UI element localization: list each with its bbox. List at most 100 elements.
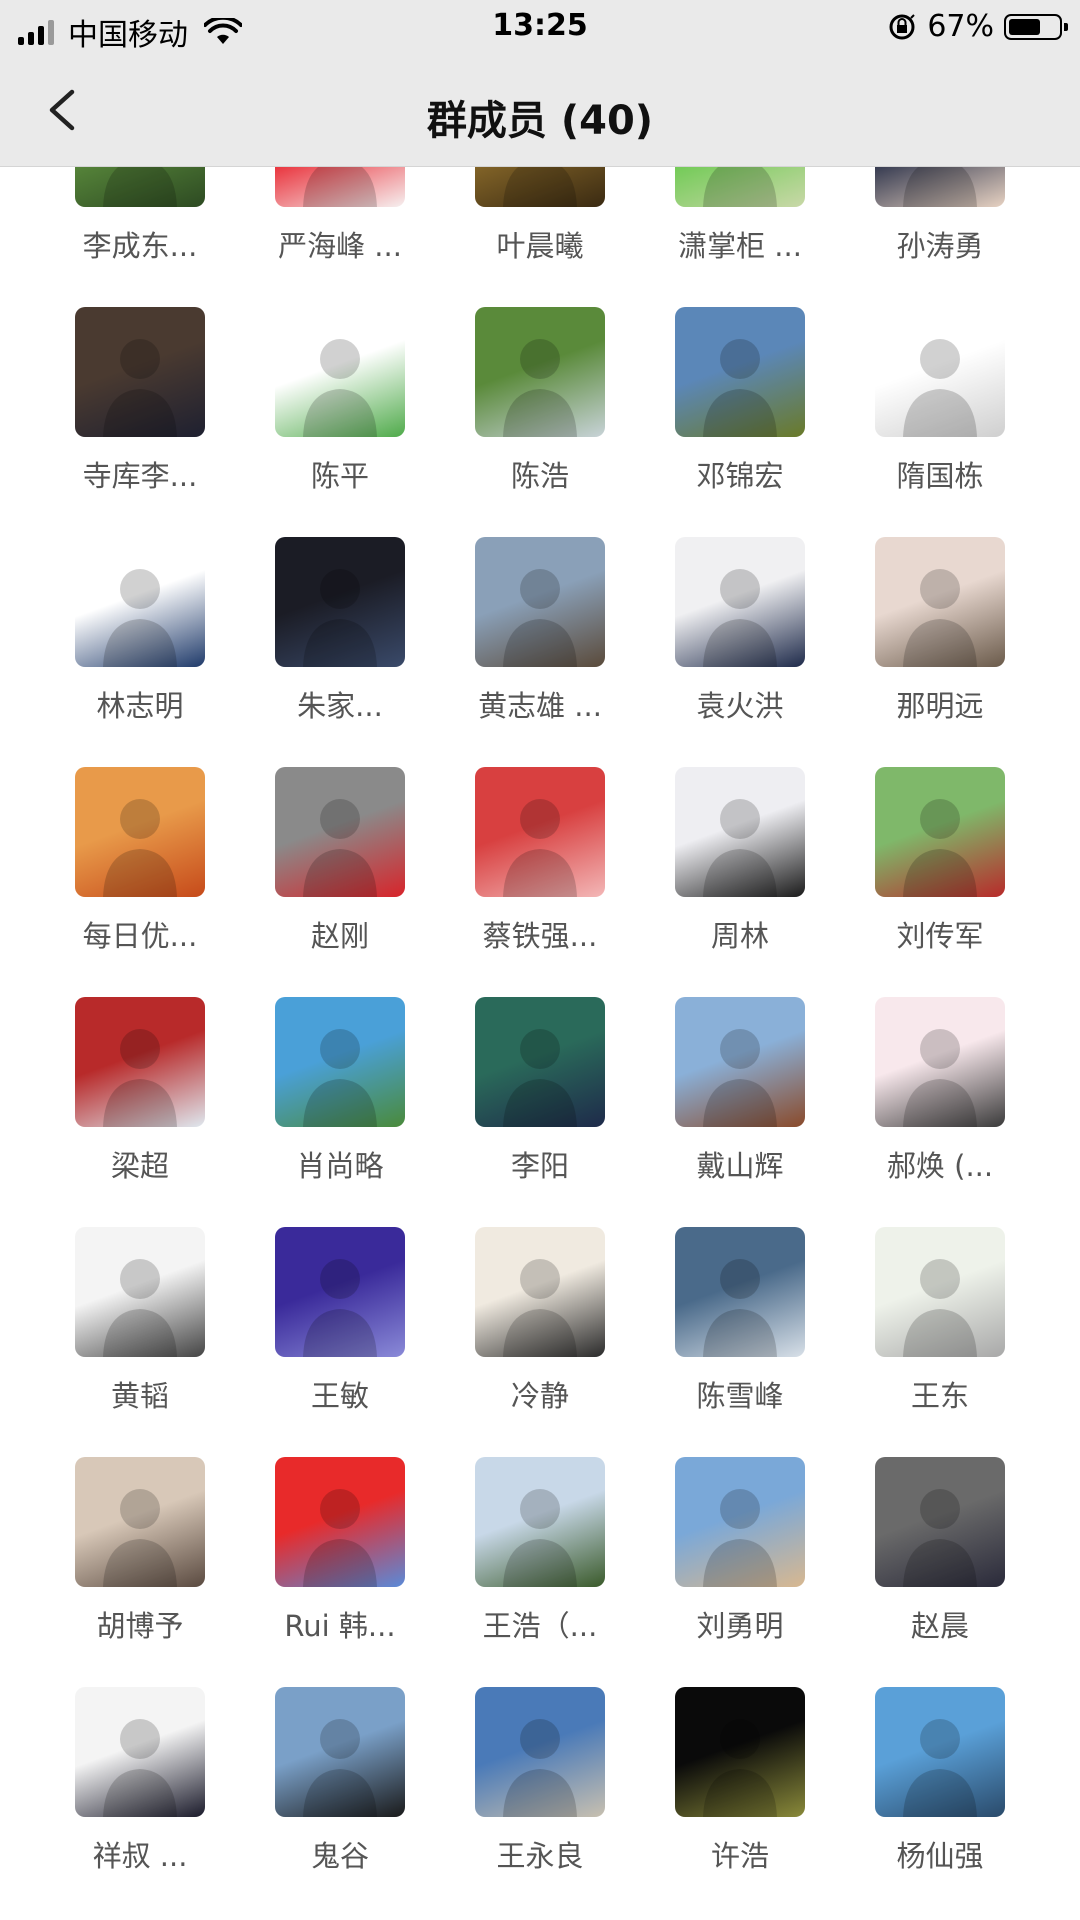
man-bridge-avatar <box>275 1687 405 1817</box>
member-item[interactable]: 鬼谷 <box>240 1687 440 1887</box>
member-item[interactable]: 李阳 <box>440 997 640 1197</box>
member-item[interactable]: 王敏 <box>240 1227 440 1427</box>
status-right: 67% <box>887 9 1068 44</box>
member-name: 许浩 <box>710 1839 769 1873</box>
family-avatar <box>75 1457 205 1587</box>
landscape-avatar <box>675 307 805 437</box>
member-item[interactable]: 隋国栋 <box>840 307 1040 507</box>
member-name: 赵晨 <box>910 1609 969 1643</box>
portrait-avatar <box>675 537 805 667</box>
member-item[interactable]: 王东 <box>840 1227 1040 1427</box>
pixel-avatar <box>275 1457 405 1587</box>
avatar-figure-icon <box>303 1259 377 1357</box>
member-name: 王永良 <box>496 1839 584 1873</box>
avatar-figure-icon <box>303 167 377 207</box>
baby-avatar <box>475 767 605 897</box>
member-item[interactable]: 王永良 <box>440 1687 640 1887</box>
member-item[interactable]: 赵刚 <box>240 767 440 967</box>
member-item[interactable]: 严海峰 ... <box>240 167 440 277</box>
child-sunglasses-avatar <box>675 167 805 207</box>
sketch-avatar <box>875 307 1005 437</box>
member-item[interactable]: 陈雪峰 <box>640 1227 840 1427</box>
member-item[interactable]: 黄韬 <box>40 1227 240 1427</box>
member-item[interactable]: 陈浩 <box>440 307 640 507</box>
cartoon-avatar <box>275 167 405 207</box>
member-name: 周林 <box>710 919 769 953</box>
member-item[interactable]: 叶晨曦 <box>440 167 640 277</box>
member-item[interactable]: 赵晨 <box>840 1457 1040 1657</box>
member-item[interactable]: 冷静 <box>440 1227 640 1427</box>
member-item[interactable]: 戴山辉 <box>640 997 840 1197</box>
member-item[interactable]: 邓锦宏 <box>640 307 840 507</box>
avatar-figure-icon <box>103 1719 177 1817</box>
monkey-king-avatar <box>75 997 205 1127</box>
calligraphy-avatar <box>475 1227 605 1357</box>
member-item[interactable]: 刘勇明 <box>640 1457 840 1657</box>
member-item[interactable]: 每日优... <box>40 767 240 967</box>
member-item[interactable]: 周林 <box>640 767 840 967</box>
portrait-avatar <box>75 1687 205 1817</box>
member-name: 朱家... <box>297 689 383 723</box>
member-name: 刘传军 <box>896 919 984 953</box>
avatar-figure-icon <box>303 569 377 667</box>
member-name: 冷静 <box>510 1379 569 1413</box>
standing-man-avatar <box>675 767 805 897</box>
member-item[interactable]: 王浩（... <box>440 1457 640 1657</box>
battery-icon <box>1004 13 1068 40</box>
avatar-figure-icon <box>503 799 577 897</box>
avatar-figure-icon <box>503 1259 577 1357</box>
avatar-figure-icon <box>103 339 177 437</box>
member-item[interactable]: 朱家... <box>240 537 440 737</box>
member-item[interactable]: 郝焕 (... <box>840 997 1040 1197</box>
avatar-figure-icon <box>103 569 177 667</box>
member-item[interactable]: 梁超 <box>40 997 240 1197</box>
street-avatar <box>275 767 405 897</box>
member-grid: 李成东... 严海峰 ... 叶晨曦 潇掌柜 ... 孙涛勇寺库李... 陈平 陈浩 邓锦宏 隋… <box>0 167 1080 1920</box>
member-item[interactable]: 胡博予 <box>40 1457 240 1657</box>
member-item[interactable]: 林志明 <box>40 537 240 737</box>
cartoon-avatar <box>875 997 1005 1127</box>
member-name: 王东 <box>910 1379 969 1413</box>
member-name: Rui 韩... <box>284 1609 396 1643</box>
avatar-figure-icon <box>703 569 777 667</box>
photo-avatar <box>875 537 1005 667</box>
member-name: 梁超 <box>110 1149 169 1183</box>
speaker-avatar <box>275 537 405 667</box>
statue-avatar <box>475 167 605 207</box>
member-item[interactable]: 那明远 <box>840 537 1040 737</box>
avatar-figure-icon <box>703 1719 777 1817</box>
member-item[interactable]: 黄志雄 ... <box>440 537 640 737</box>
avatar-figure-icon <box>103 1029 177 1127</box>
member-item[interactable]: 李成东... <box>40 167 240 277</box>
member-name: 黄韬 <box>110 1379 169 1413</box>
member-item[interactable]: 肖尚略 <box>240 997 440 1197</box>
member-name: 林志明 <box>96 689 184 723</box>
avatar-figure-icon <box>503 1029 577 1127</box>
avatar-figure-icon <box>503 339 577 437</box>
avatar-figure-icon <box>703 1029 777 1127</box>
member-name: 严海峰 ... <box>278 229 402 263</box>
member-item[interactable]: 刘传军 <box>840 767 1040 967</box>
member-name: 肖尚略 <box>296 1149 384 1183</box>
avatar-figure-icon <box>303 339 377 437</box>
number-art-avatar <box>275 307 405 437</box>
avatar-figure-icon <box>303 799 377 897</box>
avatar-figure-icon <box>703 167 777 207</box>
member-item[interactable]: 孙涛勇 <box>840 167 1040 277</box>
avatar-figure-icon <box>503 167 577 207</box>
member-name: 寺库李... <box>82 459 198 493</box>
member-name: 陈雪峰 <box>696 1379 784 1413</box>
avatar-figure-icon <box>903 1489 977 1587</box>
member-item[interactable]: 蔡铁强... <box>440 767 640 967</box>
member-item[interactable]: 祥叔 ... <box>40 1687 240 1887</box>
avatar-figure-icon <box>903 799 977 897</box>
member-item[interactable]: 潇掌柜 ... <box>640 167 840 277</box>
member-item[interactable]: 许浩 <box>640 1687 840 1887</box>
member-item[interactable]: 陈平 <box>240 307 440 507</box>
member-item[interactable]: Rui 韩... <box>240 1457 440 1657</box>
tree-avatar <box>475 307 605 437</box>
member-item[interactable]: 杨仙强 <box>840 1687 1040 1887</box>
member-item[interactable]: 寺库李... <box>40 307 240 507</box>
member-item[interactable]: 袁火洪 <box>640 537 840 737</box>
avatar-figure-icon <box>303 1719 377 1817</box>
